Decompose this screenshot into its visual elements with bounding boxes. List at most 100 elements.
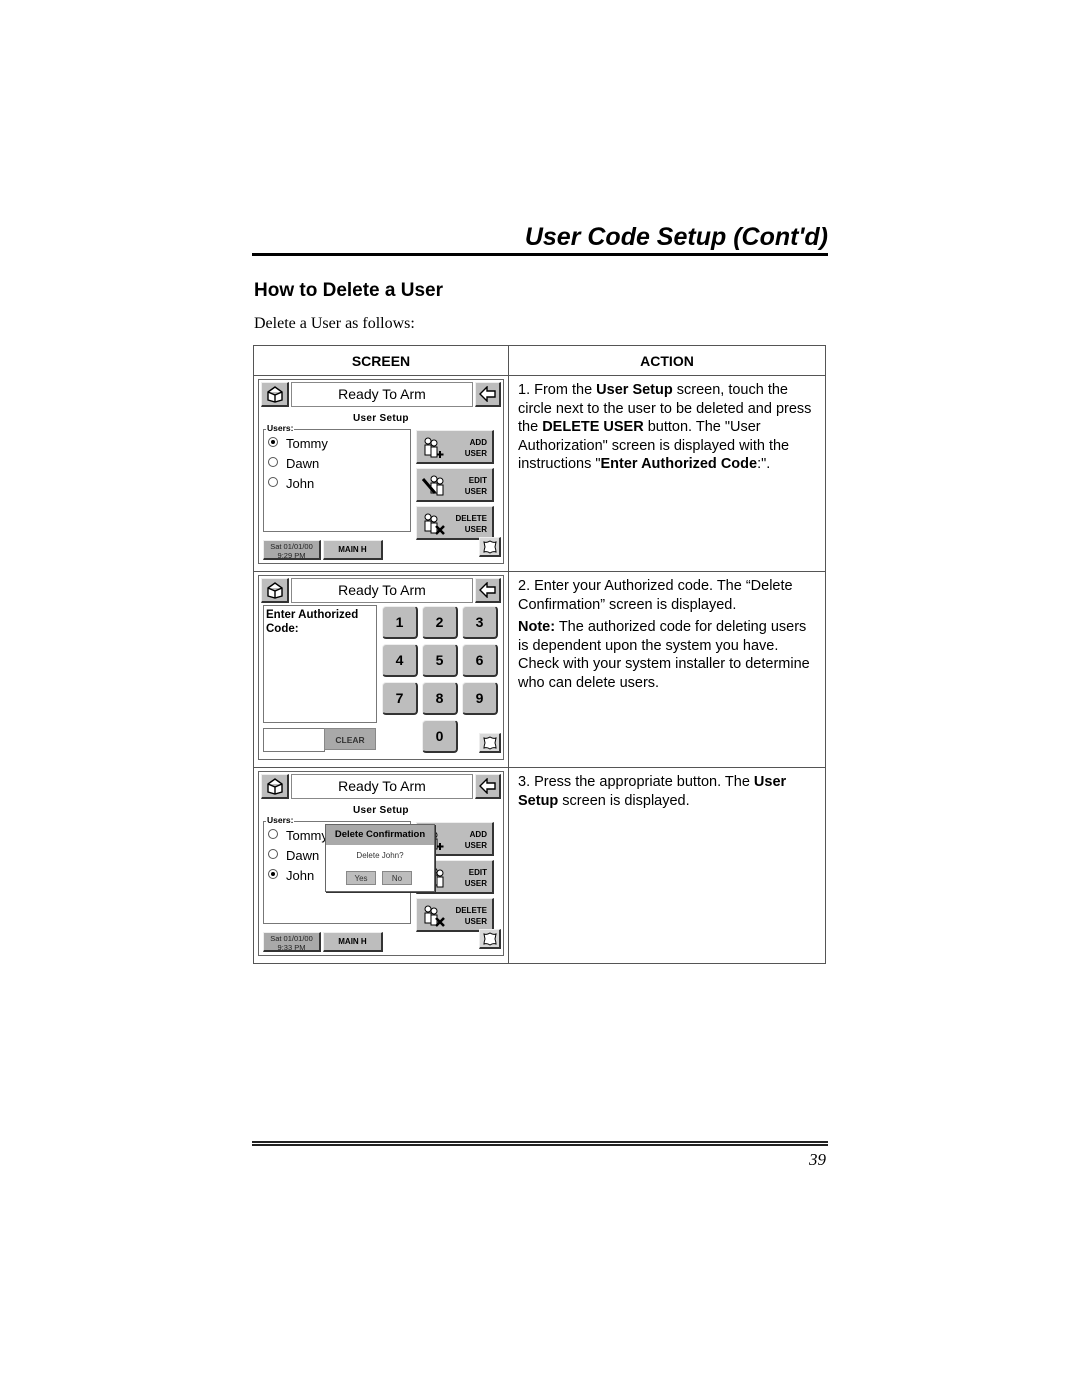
- action-text: :".: [757, 456, 771, 472]
- keypad-key-4[interactable]: 4: [382, 644, 418, 677]
- keypad-key-7[interactable]: 7: [382, 682, 418, 715]
- section-heading: How to Delete a User: [254, 280, 443, 301]
- user-name: Tommy: [286, 436, 328, 451]
- footer-rule: [252, 1141, 828, 1143]
- screen-cell: Ready To Arm User Setup Users: Tommy Daw…: [253, 375, 509, 572]
- keypad-key-2[interactable]: 2: [422, 606, 458, 639]
- note-paragraph: Note: The authorized code for deleting u…: [518, 618, 817, 692]
- home-icon: [266, 778, 283, 795]
- button-line1: DELETE: [455, 906, 487, 915]
- title-rule: [252, 253, 828, 256]
- clear-button[interactable]: CLEAR: [324, 728, 376, 750]
- user-name: John: [286, 868, 315, 883]
- action-text: 3. Press the appropriate button. The: [518, 774, 754, 790]
- action-cell: 1. From the User Setup screen, touch the…: [508, 375, 826, 572]
- footer-rule: [252, 1144, 828, 1146]
- home-icon: [266, 386, 283, 403]
- back-arrow-icon: [478, 778, 496, 794]
- radio-icon[interactable]: [268, 477, 278, 487]
- screen-cell: Ready To Arm Enter Authorized Code: 1 2 …: [253, 571, 509, 768]
- note-label: Note:: [518, 619, 556, 635]
- date-text: Sat 01/01/00: [270, 934, 313, 943]
- shield-icon: [482, 539, 497, 554]
- table-row: Ready To Arm User Setup Users: Tommy Daw…: [253, 767, 826, 964]
- add-user-icon: [424, 437, 444, 458]
- button-line2: USER: [464, 879, 487, 888]
- button-line1: DELETE: [455, 514, 487, 523]
- edit-user-icon: [422, 475, 444, 496]
- keypad-key-3[interactable]: 3: [462, 606, 498, 639]
- edit-user-button[interactable]: EDIT USER: [416, 468, 494, 502]
- keypad-key-5[interactable]: 5: [422, 644, 458, 677]
- action-text: screen is displayed.: [558, 792, 690, 809]
- screen-column-header: SCREEN: [253, 345, 509, 376]
- back-arrow-icon: [478, 386, 496, 402]
- button-line2: USER: [464, 487, 487, 496]
- action-column-header: ACTION: [508, 345, 826, 376]
- button-line2: USER: [464, 841, 487, 850]
- keypad-key-0[interactable]: 0: [422, 720, 458, 753]
- keypad-key-6[interactable]: 6: [462, 644, 498, 677]
- user-option-tommy[interactable]: Tommy: [268, 436, 328, 452]
- time-text: 9:33 PM: [277, 943, 306, 952]
- action-bold-text: DELETE USER: [542, 419, 644, 435]
- action-cell: 3. Press the appropriate button. The Use…: [508, 767, 826, 964]
- radio-icon[interactable]: [268, 849, 278, 859]
- prompt-line1: Enter Authorized: [266, 609, 359, 621]
- datetime-display[interactable]: Sat 01/01/00 9:33 PM: [263, 932, 321, 952]
- user-option-dawn[interactable]: Dawn: [268, 456, 319, 472]
- table-row: Ready To Arm User Setup Users: Tommy Daw…: [253, 375, 826, 572]
- action-text: 2. Enter your Authorized code. The “Dele…: [518, 578, 793, 613]
- radio-selected-icon[interactable]: [268, 437, 278, 447]
- shield-icon: [482, 735, 497, 750]
- page-title: User Code Setup (Cont'd): [524, 223, 828, 251]
- user-option-john[interactable]: John: [268, 868, 314, 884]
- keypad-key-1[interactable]: 1: [382, 606, 418, 639]
- action-bold-text: User Setup: [596, 382, 673, 398]
- user-name: John: [286, 476, 315, 491]
- home-button[interactable]: [261, 774, 289, 799]
- user-setup-screen: Ready To Arm User Setup Users: Tommy Daw…: [258, 379, 504, 564]
- user-name: Tommy: [286, 828, 328, 843]
- shield-icon: [482, 931, 497, 946]
- user-option-john[interactable]: John: [268, 476, 314, 492]
- action-text: 1. From the: [518, 382, 597, 398]
- prompt-line2: Code:: [266, 623, 299, 635]
- shield-button[interactable]: [479, 537, 501, 557]
- delete-user-button[interactable]: DELETE USER: [416, 898, 494, 932]
- delete-user-icon: [424, 905, 445, 927]
- intro-text: Delete a User as follows:: [254, 315, 415, 332]
- main-button[interactable]: MAIN H: [323, 932, 383, 952]
- back-button[interactable]: [475, 578, 501, 603]
- shield-button[interactable]: [479, 733, 501, 753]
- home-button[interactable]: [261, 578, 289, 603]
- dialog-title: Delete Confirmation: [326, 825, 434, 845]
- no-button[interactable]: No: [382, 871, 412, 885]
- add-user-button[interactable]: ADD USER: [416, 430, 494, 464]
- delete-user-button[interactable]: DELETE USER: [416, 506, 494, 540]
- shield-button[interactable]: [479, 929, 501, 949]
- main-button[interactable]: MAIN H: [323, 540, 383, 560]
- button-line1: EDIT: [468, 476, 487, 485]
- screen-subtitle: User Setup: [353, 805, 409, 816]
- radio-selected-icon[interactable]: [268, 869, 278, 879]
- back-button[interactable]: [475, 382, 501, 407]
- code-input[interactable]: [263, 728, 325, 752]
- radio-icon[interactable]: [268, 457, 278, 467]
- back-button[interactable]: [475, 774, 501, 799]
- screen-cell: Ready To Arm User Setup Users: Tommy Daw…: [253, 767, 509, 964]
- radio-icon[interactable]: [268, 829, 278, 839]
- delete-user-icon: [424, 513, 445, 535]
- button-line2: USER: [464, 525, 487, 534]
- datetime-display[interactable]: Sat 01/01/00 9:29 PM: [263, 540, 321, 560]
- note-text: The authorized code for deleting users i…: [518, 619, 810, 691]
- keypad-key-9[interactable]: 9: [462, 682, 498, 715]
- user-option-dawn[interactable]: Dawn: [268, 848, 319, 864]
- yes-button[interactable]: Yes: [346, 871, 376, 885]
- status-display: Ready To Arm: [291, 578, 473, 603]
- user-option-tommy[interactable]: Tommy: [268, 828, 328, 844]
- keypad-key-8[interactable]: 8: [422, 682, 458, 715]
- home-icon: [266, 582, 283, 599]
- time-text: 9:29 PM: [277, 551, 306, 560]
- home-button[interactable]: [261, 382, 289, 407]
